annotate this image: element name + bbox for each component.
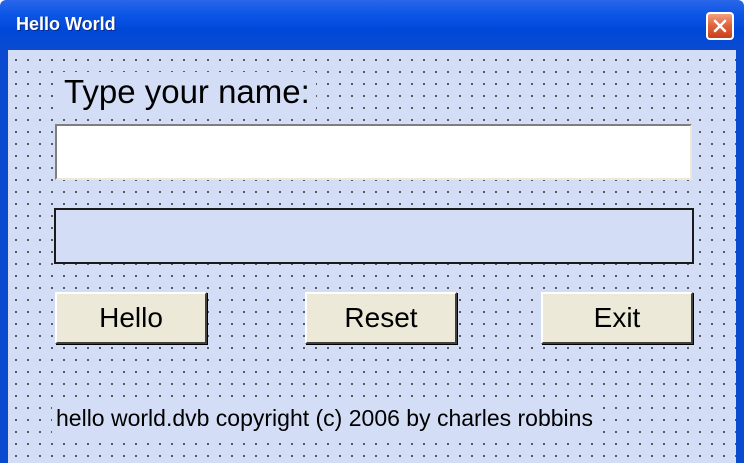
window-frame-right	[736, 50, 744, 463]
close-button[interactable]	[706, 12, 734, 40]
greeting-output-field	[54, 208, 694, 264]
exit-button[interactable]: Exit	[541, 292, 693, 344]
window-frame-left	[0, 50, 8, 463]
name-input[interactable]	[55, 124, 692, 180]
form-client-area: Type your name: Hello Reset Exit hello w…	[8, 50, 736, 463]
copyright-label: hello world.dvb copyright (c) 2006 by ch…	[52, 402, 599, 434]
title-bar[interactable]: Hello World	[0, 0, 744, 50]
window-title: Hello World	[16, 14, 116, 34]
close-icon	[713, 19, 727, 33]
hello-world-window: Hello World Type your name: Hello Reset …	[0, 0, 744, 463]
name-prompt-label: Type your name:	[60, 72, 316, 112]
reset-button[interactable]: Reset	[305, 292, 457, 344]
hello-button[interactable]: Hello	[55, 292, 207, 344]
